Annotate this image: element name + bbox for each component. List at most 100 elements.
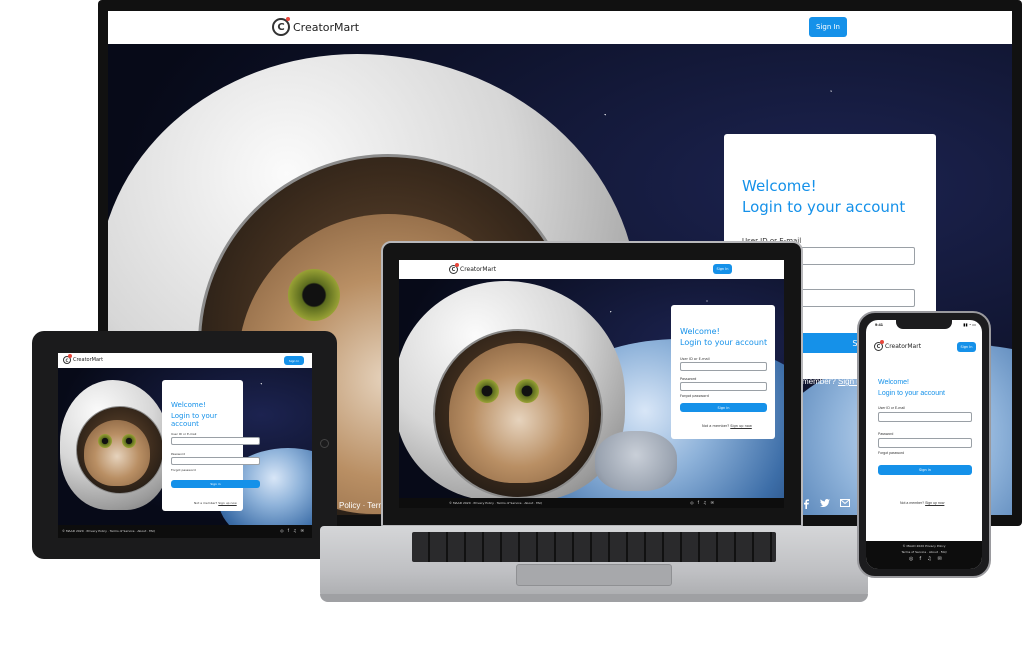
- nav-signin-button[interactable]: Sign In: [809, 17, 847, 37]
- tablet-footer: © MAAD 2020 · Privacy Policy · Terms of …: [58, 525, 312, 538]
- cat-face-image: [449, 343, 589, 483]
- cat-eye-right: [122, 434, 136, 448]
- logo-mark-icon: C: [874, 340, 884, 351]
- footer-icons: ◎ f ♫ ✉: [280, 528, 304, 533]
- instagram-icon[interactable]: ◎: [909, 556, 913, 562]
- user-id-input[interactable]: [171, 437, 260, 445]
- cat-face-image: [84, 420, 150, 486]
- phone-logo[interactable]: C CreatorMart: [874, 340, 922, 351]
- login-subtitle: Login to your account: [171, 412, 218, 428]
- brand-name: CreatorMart: [293, 20, 360, 34]
- password-label: Password: [680, 377, 697, 381]
- laptop-keyboard: [412, 532, 776, 562]
- user-id-label: User ID or E-mail: [878, 406, 905, 410]
- responsive-mockup-scene: C CreatorMart Sign In Welcome! Login to …: [0, 0, 1022, 672]
- desktop-footer-icons: [802, 499, 850, 509]
- password-label: Password: [878, 432, 894, 436]
- phone-notch: [896, 320, 952, 329]
- laptop-site: C CreatorMart Sign In Welcome! Login to …: [399, 260, 784, 508]
- signup-link[interactable]: Sign up now: [925, 501, 944, 505]
- password-input[interactable]: [878, 438, 972, 448]
- password-input[interactable]: [171, 457, 260, 465]
- tablet-camera: [320, 439, 329, 448]
- footer-copyright: © MAAD 2020 Privacy Policy: [902, 544, 946, 548]
- laptop-signin-button[interactable]: Sign in: [680, 403, 767, 412]
- facebook-icon[interactable]: f: [288, 528, 289, 533]
- password-label: Password: [171, 452, 186, 456]
- member-prompt: Not a member?: [194, 501, 218, 505]
- desktop-member-text: member? Sign up: [802, 377, 865, 386]
- laptop-screen: C CreatorMart Sign In Welcome! Login to …: [381, 241, 803, 527]
- facebook-icon[interactable]: f: [919, 556, 921, 562]
- logo-mark-icon: C: [449, 263, 459, 274]
- footer-icons: ◎ f ♫ ✉: [909, 556, 942, 562]
- desktop-logo[interactable]: C CreatorMart: [272, 17, 360, 36]
- user-id-input[interactable]: [878, 412, 972, 422]
- laptop-login-card: Welcome! Login to your account User ID o…: [671, 305, 775, 439]
- twitter-icon[interactable]: ♫: [927, 556, 931, 562]
- footer-links[interactable]: © MAAD 2020 · Privacy Policy · Terms of …: [449, 501, 542, 505]
- instagram-icon[interactable]: ◎: [690, 500, 694, 505]
- signup-link[interactable]: Sign up now: [218, 501, 236, 505]
- login-subtitle: Login to your account: [680, 338, 768, 347]
- mail-icon[interactable]: ✉: [711, 500, 714, 505]
- laptop-base: [320, 526, 868, 602]
- member-text: Not a member? Sign up now: [900, 501, 944, 505]
- instagram-icon[interactable]: ◎: [280, 528, 284, 533]
- footer-links[interactable]: Terms of Service · About · FAQ: [866, 550, 982, 554]
- twitter-icon[interactable]: ♫: [703, 500, 707, 505]
- astronaut-glove-image: [595, 431, 677, 491]
- mail-icon[interactable]: [840, 499, 850, 509]
- brand-name: CreatorMart: [73, 357, 104, 363]
- tablet-device: C CreatorMart Sign In Welcome! Login to …: [32, 331, 337, 559]
- nav-signin-button[interactable]: Sign In: [284, 356, 304, 365]
- tablet-navbar: C CreatorMart Sign In: [58, 353, 312, 368]
- laptop-footer: © MAAD 2020 · Privacy Policy · Terms of …: [399, 498, 784, 508]
- laptop-lip: [320, 594, 868, 602]
- signup-link[interactable]: Sign up now: [730, 424, 752, 428]
- welcome-heading: Welcome!: [742, 177, 817, 195]
- desktop-footer-links[interactable]: Policy · Term: [339, 501, 385, 510]
- member-prompt: Not a member?: [702, 424, 730, 428]
- phone-signin-button[interactable]: Sign in: [878, 465, 972, 475]
- welcome-heading: Welcome!: [878, 379, 909, 386]
- password-input[interactable]: [680, 382, 767, 391]
- brand-name: CreatorMart: [460, 266, 497, 273]
- phone-site: 9:41 ▮▮ ◔ ▭ C CreatorMart Sign In Welcom…: [866, 320, 982, 569]
- footer-icons: ◎ f ♫ ✉: [690, 500, 714, 505]
- nav-signin-button[interactable]: Sign In: [713, 264, 732, 274]
- desktop-navbar: C CreatorMart Sign In: [108, 11, 1012, 44]
- twitter-icon[interactable]: [820, 499, 830, 509]
- welcome-heading: Welcome!: [680, 327, 720, 336]
- mail-icon[interactable]: ✉: [301, 528, 304, 533]
- facebook-icon[interactable]: f: [698, 500, 699, 505]
- login-subtitle: Login to your account: [742, 198, 906, 216]
- phone-footer: © MAAD 2020 Privacy Policy Terms of Serv…: [866, 541, 982, 569]
- member-text: Not a member? Sign up now: [194, 501, 237, 505]
- logo-mark-icon: C: [63, 354, 72, 364]
- forgot-password-link[interactable]: Forgot password: [171, 468, 196, 472]
- tablet-login-card: Welcome! Login to your account User ID o…: [162, 380, 260, 511]
- brand-name: CreatorMart: [885, 343, 922, 350]
- member-prompt: member?: [802, 377, 836, 386]
- member-prompt: Not a member?: [900, 501, 925, 505]
- tablet-signin-button[interactable]: Sign in: [171, 480, 260, 488]
- logo-mark-icon: C: [272, 17, 290, 36]
- nav-signin-button[interactable]: Sign In: [957, 342, 976, 352]
- tablet-site: C CreatorMart Sign In Welcome! Login to …: [58, 353, 312, 538]
- welcome-heading: Welcome!: [171, 401, 206, 409]
- user-id-input[interactable]: [680, 362, 767, 371]
- cat-eye-left: [475, 379, 499, 403]
- twitter-icon[interactable]: ♫: [293, 528, 297, 533]
- facebook-icon[interactable]: [802, 499, 810, 509]
- mail-icon[interactable]: ✉: [938, 556, 942, 562]
- login-subtitle: Login to your account: [878, 390, 945, 397]
- cat-eye-left: [288, 269, 340, 321]
- tablet-logo[interactable]: C CreatorMart: [63, 354, 104, 364]
- user-id-label: User ID or E-mail: [680, 357, 710, 361]
- cat-eye-right: [515, 379, 539, 403]
- forgot-password-link[interactable]: Forgot password: [680, 394, 709, 398]
- footer-links[interactable]: © MAAD 2020 · Privacy Policy · Terms of …: [62, 529, 155, 533]
- forgot-password-link[interactable]: Forgot password: [878, 451, 904, 455]
- laptop-logo[interactable]: C CreatorMart: [449, 263, 497, 274]
